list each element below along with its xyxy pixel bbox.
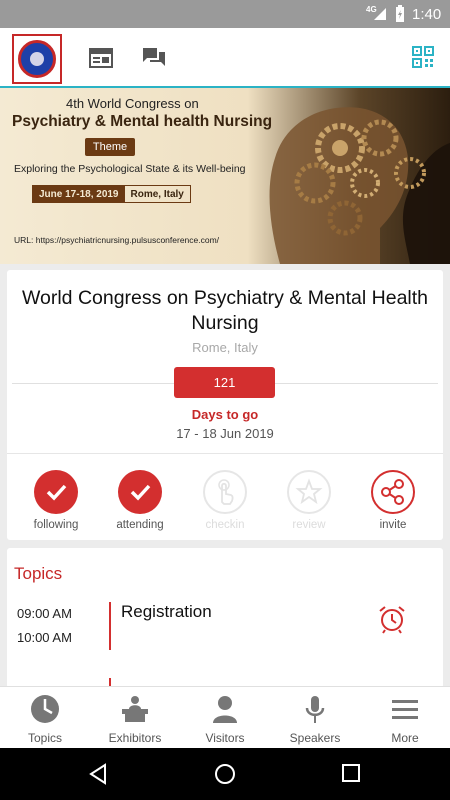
nav-speakers[interactable]: Speakers [270,687,360,749]
invite-button[interactable]: invite [363,470,423,531]
nav-topics[interactable]: Topics [0,687,90,749]
days-to-go-label: Days to go [191,407,259,422]
exhibitor-desk-icon [122,696,148,722]
chat-icon[interactable] [142,46,166,70]
invite-label: invite [379,519,407,531]
logo-globe-icon [18,40,56,78]
event-info-card: World Congress on Psychiatry & Mental He… [7,270,443,540]
event-title: World Congress on Psychiatry & Mental He… [21,287,429,334]
nav-exhibitors-label: Exhibitors [108,731,162,745]
following-label: following [33,519,79,531]
banner-tagline: Exploring the Psychological State & its … [14,163,246,175]
alarm-clock-icon[interactable] [377,604,407,634]
banner-date-box: June 17-18, 2019 Rome, Italy [32,185,191,203]
banner-dates: June 17-18, 2019 [33,186,125,202]
checkin-label: checkin [205,519,245,531]
topic-end-time: 10:00 AM [17,630,72,645]
nav-exhibitors[interactable]: Exhibitors [90,687,180,749]
check-icon [34,470,78,514]
status-bar: 4G 1:40 [0,0,450,28]
share-icon [371,470,415,514]
event-banner: 4th World Congress on Psychiatry & Menta… [0,88,450,264]
home-icon[interactable] [214,763,236,785]
checkin-button[interactable]: checkin [195,470,255,531]
banner-url: URL: https://psychiatricnursing.pulsusco… [14,235,220,245]
clock-icon [31,695,59,723]
clock-time: 1:40 [412,6,442,23]
browser-icon[interactable] [89,46,113,70]
topics-card: Topics 09:00 AM 10:00 AM Registration [7,548,443,688]
nav-visitors[interactable]: Visitors [180,687,270,749]
nav-visitors-label: Visitors [205,731,245,745]
banner-theme-label: Theme [85,138,135,156]
following-button[interactable]: following [26,470,86,531]
check-icon [118,470,162,514]
nav-more-label: More [391,731,419,745]
recents-icon[interactable] [342,764,360,782]
topic-title[interactable]: Registration [121,602,212,622]
banner-title-line2: Psychiatry & Mental health Nursing [12,113,273,130]
person-icon [213,696,237,723]
nav-more[interactable]: More [360,687,450,749]
review-button[interactable]: review [279,470,339,531]
banner-place: Rome, Italy [130,189,184,200]
star-icon [287,470,331,514]
nav-topics-label: Topics [27,731,62,745]
nav-speakers-label: Speakers [289,731,341,745]
event-logo[interactable] [12,34,62,84]
banner-title-line1: 4th World Congress on [66,96,199,111]
touch-icon [203,470,247,514]
topics-heading: Topics [14,564,63,583]
timeline-bar [109,602,111,650]
review-label: review [292,519,326,531]
event-location: Rome, Italy [192,340,258,355]
event-date-range: 17 - 18 Jun 2019 [176,426,274,441]
microphone-icon [305,696,325,723]
bottom-nav: Topics Exhibitors Visitors Speakers More [0,686,450,748]
topic-start-time: 09:00 AM [17,606,72,621]
attending-label: attending [116,519,164,531]
menu-icon [392,700,418,719]
attending-button[interactable]: attending [110,470,170,531]
days-count-badge: 121 [174,367,275,398]
system-nav-bar [0,748,450,800]
battery-icon [396,5,404,22]
signal-icon [374,8,386,20]
app-bar [0,28,450,88]
divider [7,453,443,454]
back-icon[interactable] [88,763,108,785]
qr-code-icon[interactable] [412,46,434,68]
